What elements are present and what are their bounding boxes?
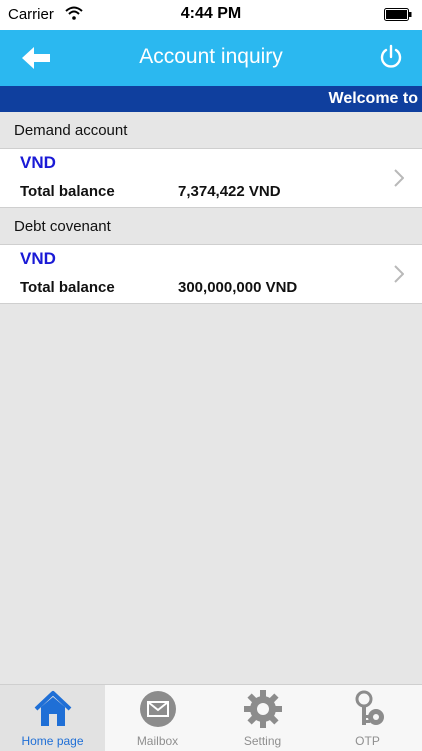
mail-icon — [140, 691, 176, 727]
gear-icon — [244, 690, 282, 728]
welcome-marquee: Welcome to — [0, 86, 422, 112]
section-header-debt-covenant: Debt covenant — [0, 208, 422, 245]
balance-value: 300,000,000 VND — [178, 279, 298, 296]
section-header-demand-account: Demand account — [0, 112, 422, 149]
tab-label: Setting — [243, 734, 282, 748]
status-time: 4:44 PM — [180, 5, 242, 22]
tab-label: OTP — [355, 734, 380, 748]
account-row-debt[interactable]: VND Total balance 300,000,000 VND — [0, 245, 422, 304]
chevron-right-icon — [394, 169, 404, 187]
tab-setting[interactable]: Setting — [210, 685, 315, 751]
tab-home[interactable]: Home page — [0, 685, 105, 751]
chevron-right-icon — [394, 265, 404, 283]
account-currency: VND — [20, 249, 56, 268]
marquee-text: Welcome to — [328, 90, 419, 107]
key-icon — [355, 690, 384, 725]
account-currency: VND — [20, 153, 56, 172]
account-row-demand[interactable]: VND Total balance 7,374,422 VND — [0, 149, 422, 208]
nav-bar: Account inquiry — [0, 30, 422, 86]
page-title: Account inquiry — [139, 45, 283, 68]
balance-label: Total balance — [20, 183, 115, 200]
tab-label: Home page — [21, 734, 84, 748]
section-title: Demand account — [14, 122, 128, 139]
section-title: Debt covenant — [14, 218, 111, 235]
balance-value: 7,374,422 VND — [178, 183, 281, 200]
tab-otp[interactable]: OTP — [315, 685, 420, 751]
tab-mailbox[interactable]: Mailbox — [105, 685, 210, 751]
power-icon[interactable] — [378, 44, 404, 70]
status-bar: Carrier 4:44 PM — [0, 0, 422, 30]
balance-label: Total balance — [20, 279, 115, 296]
tab-bar: Home page Mailbox Setting OTP — [0, 684, 422, 751]
home-icon — [34, 691, 72, 726]
battery-icon — [384, 8, 412, 21]
tab-label: Mailbox — [136, 734, 179, 748]
